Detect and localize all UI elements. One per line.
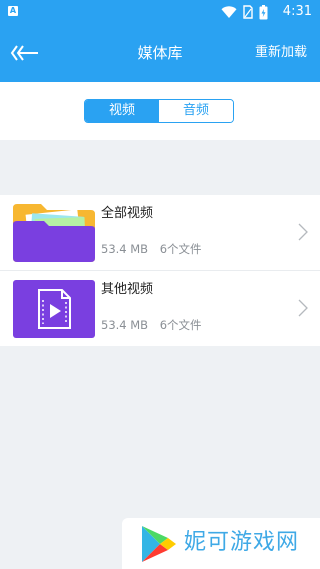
tab-audio[interactable]: 音频 [159, 100, 233, 122]
watermark: 妮可游戏网 [122, 518, 320, 569]
notification-badge: A [8, 6, 18, 16]
file-count: 6个文件 [159, 318, 202, 332]
video-file-icon [13, 280, 95, 338]
watermark-text: 妮可游戏网 [184, 530, 300, 555]
segmented-control: 视频 音频 [84, 99, 234, 123]
system-icons [221, 4, 268, 20]
chevron-right-icon [298, 223, 308, 241]
list-item[interactable]: 全部视频 53.4 MB 6个文件 [0, 195, 320, 270]
folder-meta: 53.4 MB 6个文件 [101, 317, 202, 333]
reload-button[interactable]: 重新加载 [255, 44, 307, 62]
status-bar: A 4:31 [0, 0, 320, 24]
battery-icon [259, 4, 268, 19]
tab-bar: 视频 音频 [0, 82, 320, 140]
folder-name: 全部视频 [101, 206, 154, 221]
file-count: 6个文件 [159, 242, 202, 256]
play-logo-icon [142, 526, 176, 562]
folder-list: 全部视频 53.4 MB 6个文件 其他视频 53.4 MB 6个文件 [0, 195, 320, 346]
app-bar: 媒体库 重新加载 [0, 24, 320, 82]
folder-meta: 53.4 MB 6个文件 [101, 241, 202, 257]
wifi-icon [221, 6, 237, 18]
folder-icon [13, 204, 95, 262]
chevron-right-icon [298, 299, 308, 317]
folder-size: 53.4 MB [101, 242, 149, 256]
folder-name: 其他视频 [101, 282, 154, 297]
clock: 4:31 [282, 4, 312, 19]
tab-video[interactable]: 视频 [85, 100, 159, 122]
sim-icon [243, 5, 253, 19]
folder-size: 53.4 MB [101, 318, 149, 332]
list-item[interactable]: 其他视频 53.4 MB 6个文件 [0, 270, 320, 346]
